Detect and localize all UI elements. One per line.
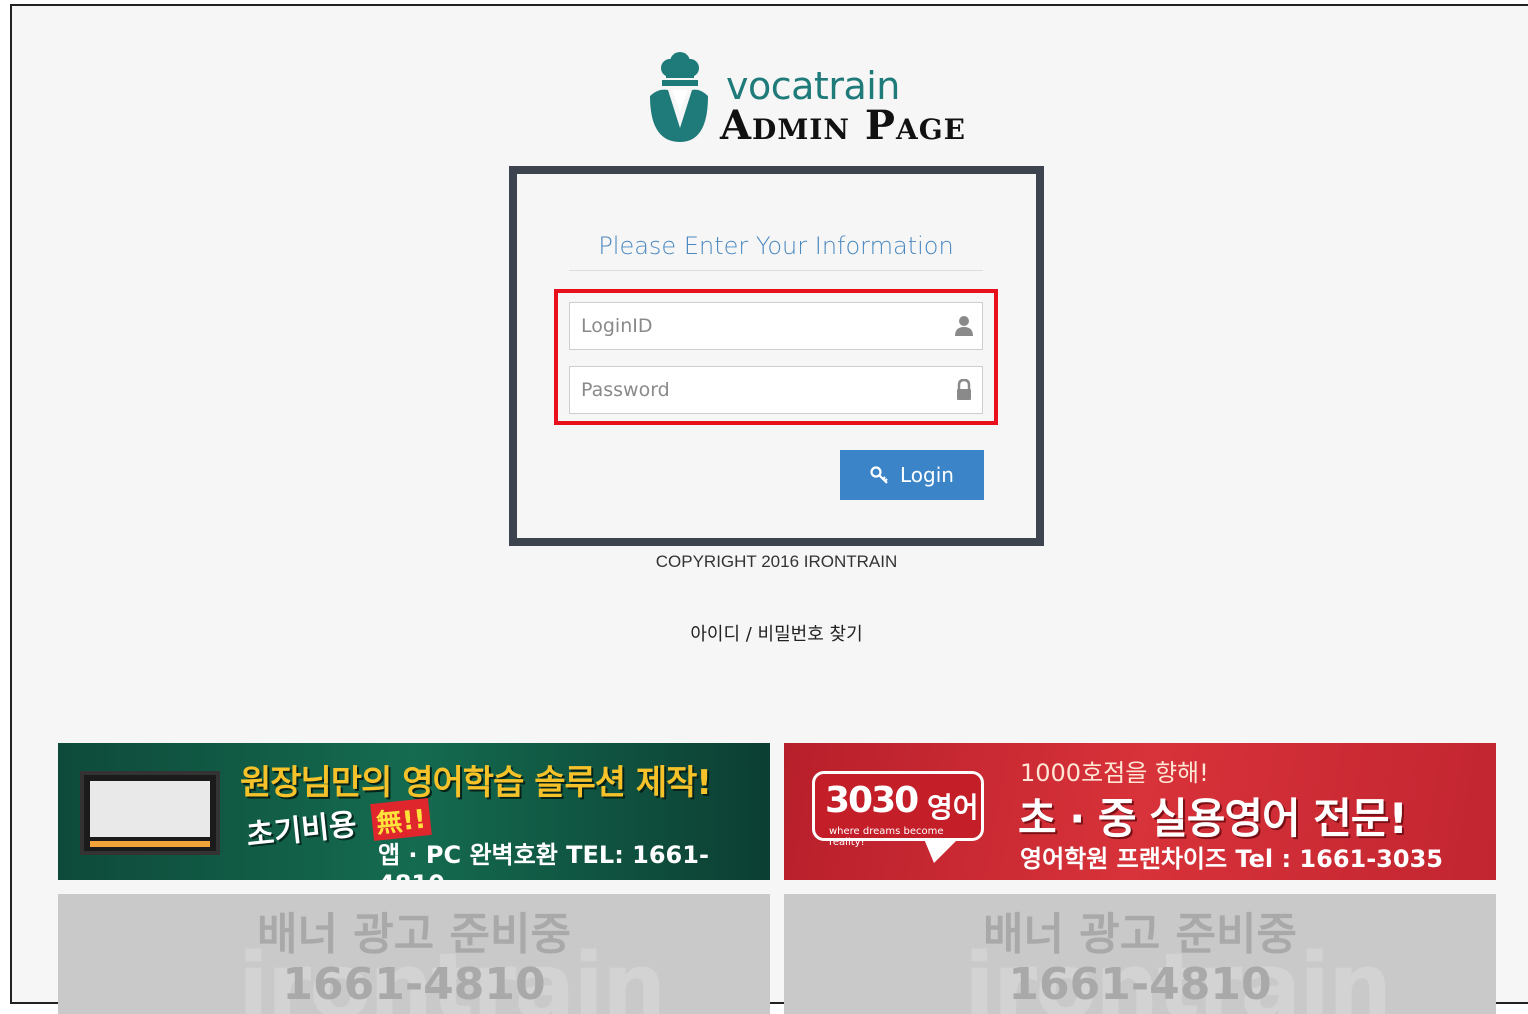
banner-contact: 영어학원 프랜차이즈 Tel : 1661-3035 xyxy=(1020,845,1443,873)
user-icon xyxy=(955,316,973,336)
placeholder-banner-title: 배너 광고 준비중 xyxy=(257,909,571,960)
banner-solution-ad[interactable]: 원장님만의 영어학습 솔루션 제작! 초기비용 無!! 앱 · PC 완벽호환 … xyxy=(58,743,770,880)
speech-bubble-tail xyxy=(924,839,958,863)
password-input[interactable] xyxy=(570,367,982,413)
lock-icon xyxy=(957,379,971,400)
monitor-image xyxy=(80,771,220,855)
3030-logo-number: 3030 xyxy=(825,780,919,821)
find-account-link[interactable]: 아이디 / 비밀번호 찾기 xyxy=(509,620,1044,646)
login-button-label: Login xyxy=(900,463,954,487)
vocatrain-logo-icon xyxy=(650,52,708,142)
password-field[interactable] xyxy=(569,366,983,414)
3030-logo-word: 영어 xyxy=(927,791,979,824)
banner-subheadline: 초기비용 xyxy=(244,807,359,854)
login-id-field[interactable] xyxy=(569,302,983,350)
banner-headline: 초 · 중 실용영어 전문! xyxy=(1018,794,1408,843)
banner-top-text: 1000호점을 향해! xyxy=(1020,759,1209,787)
login-id-input[interactable] xyxy=(570,303,982,349)
logo-title-text: Admin Page xyxy=(720,102,966,149)
3030-logo: 3030 영어 where dreams become reality! xyxy=(812,771,984,848)
banner-3030-english-ad[interactable]: 3030 영어 where dreams become reality! 100… xyxy=(784,743,1496,880)
copyright-text: COPYRIGHT 2016 IRONTRAIN xyxy=(655,552,898,571)
placeholder-banner-phone: 1661-4810 xyxy=(1008,959,1272,1010)
key-icon xyxy=(870,466,888,484)
login-panel: Please Enter Your Information Login xyxy=(509,166,1044,546)
3030-logo-tagline: where dreams become reality! xyxy=(829,826,944,848)
login-button[interactable]: Login xyxy=(840,450,984,500)
placeholder-banner-left[interactable]: irontrain 배너 광고 준비중 1661-4810 xyxy=(58,894,770,1014)
heading-divider xyxy=(569,270,983,271)
placeholder-banner-right[interactable]: irontrain 배너 광고 준비중 1661-4810 xyxy=(784,894,1496,1014)
banner-contact: 앱 · PC 완벽호환 TEL: 1661-4810 xyxy=(378,841,709,880)
placeholder-banner-phone: 1661-4810 xyxy=(282,959,546,1010)
login-heading: Please Enter Your Information xyxy=(598,232,954,260)
placeholder-banner-title: 배너 광고 준비중 xyxy=(983,909,1297,960)
banner-headline: 원장님만의 영어학습 솔루션 제작! xyxy=(240,763,712,803)
logo: vocatrain Admin Page xyxy=(644,50,1054,150)
